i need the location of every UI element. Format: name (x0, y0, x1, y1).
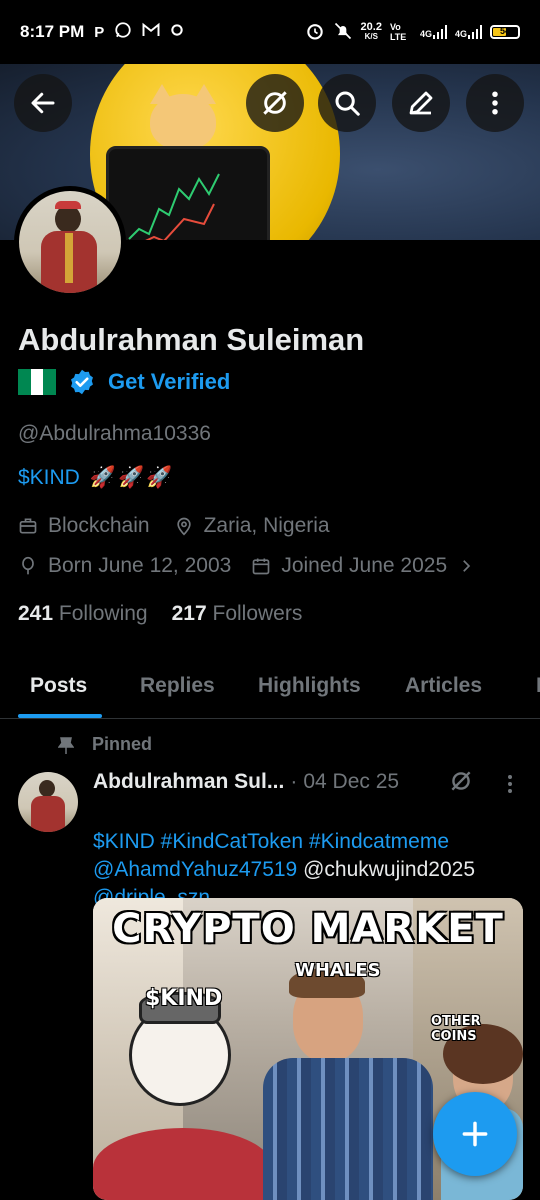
post-author-name[interactable]: Abdulrahman Sul... (93, 770, 284, 794)
status-bar: 8:17 PM P 20.2 K/S Vo LTE 4G 4G 54 (0, 0, 540, 64)
banner-phone-art (106, 146, 270, 240)
whatsapp-icon (114, 21, 132, 43)
follow-stats: 241 Following 217 Followers (18, 602, 302, 626)
grok-icon (451, 771, 471, 791)
post-header: Abdulrahman Sul... · 04 Dec 25 (93, 770, 400, 794)
active-tab-indicator (18, 714, 102, 718)
mute-icon (333, 21, 353, 44)
signal-icon-2: 4G (455, 25, 482, 39)
profile-meta-row-2: Born June 12, 2003 Joined June 2025 (18, 554, 475, 578)
battery-icon: 54 (490, 25, 520, 39)
profile-meta-row-1: Blockchain Zaria, Nigeria (18, 514, 330, 538)
bio-ticker-link[interactable]: $KIND (18, 466, 80, 489)
location-pin-icon (176, 517, 191, 536)
net-speed-value: 20.2 (360, 21, 382, 33)
bio-rockets: 🚀🚀🚀 (89, 466, 175, 489)
tab-posts[interactable]: Posts (30, 674, 87, 698)
profile-handle: @Abdulrahma10336 (18, 422, 211, 445)
meme-title: CRYPTO MARKET (112, 906, 504, 952)
grok-button[interactable] (246, 74, 304, 132)
battery-level: 54 (499, 26, 510, 36)
meme-red-dress (93, 1128, 273, 1200)
profile-tabs: Posts Replies Highlights Articles M (0, 656, 540, 719)
meme-man-shirt (263, 1058, 433, 1200)
more-vertical-icon (508, 775, 512, 793)
status-time: 8:17 PM (20, 22, 85, 41)
post-author-avatar[interactable] (18, 772, 78, 832)
post-date[interactable]: 04 Dec 25 (303, 770, 399, 794)
more-vertical-icon (492, 91, 498, 115)
signal-icon-1: 4G (420, 25, 447, 39)
pencil-icon (409, 91, 433, 115)
balloon-icon (22, 556, 34, 575)
mention-chukwujind: @chukwujind2025 (297, 858, 476, 881)
verified-badge-icon (71, 369, 93, 395)
profile-bio: $KIND 🚀🚀🚀 (18, 466, 174, 490)
followers-count: 217 (171, 602, 207, 625)
search-button[interactable] (318, 74, 376, 132)
compose-post-button[interactable] (433, 1092, 517, 1176)
grok-icon (263, 91, 287, 115)
net-speed-unit: K/S (364, 32, 378, 41)
arrow-left-icon (31, 92, 55, 114)
following-count: 241 (18, 602, 54, 625)
post-hashtags[interactable]: $KIND #KindCatToken #Kindcatmeme (93, 828, 523, 856)
banner-cat-art (150, 94, 216, 150)
post-grok-button[interactable] (448, 768, 474, 799)
meme-label-kind: $KIND (145, 986, 223, 1011)
pinned-label: Pinned (92, 734, 153, 754)
followers-link[interactable]: 217 Followers (172, 602, 303, 626)
tab-highlights[interactable]: Highlights (258, 674, 361, 698)
volte-indicator: Vo LTE (389, 22, 407, 42)
get-verified-link[interactable]: Get Verified (108, 369, 230, 395)
profile-category: Blockchain (48, 514, 150, 537)
briefcase-icon (19, 518, 37, 534)
following-link[interactable]: 241 Following (18, 602, 148, 626)
pinned-label-row: Pinned (58, 734, 152, 755)
alarm-icon (305, 21, 325, 44)
verification-row: Get Verified (18, 368, 230, 396)
mention-ahamdyahuz[interactable]: @AhamdYahuz47519 (93, 858, 297, 881)
profile-birthdate: Born June 12, 2003 (48, 554, 232, 577)
gmail-icon (142, 22, 160, 42)
sync-icon (170, 23, 184, 41)
avatar-photo (19, 191, 121, 293)
profile-avatar[interactable] (14, 186, 126, 298)
meme-label-whales: WHALES (295, 960, 381, 981)
p-app-icon: P (94, 23, 105, 41)
nigeria-flag-icon (18, 369, 57, 395)
profile-joined: Joined June 2025 (281, 554, 448, 577)
plus-icon (462, 1121, 488, 1147)
meme-label-other-coins: OTHER COINS (431, 1014, 481, 1044)
more-options-button[interactable] (466, 74, 524, 132)
calendar-icon (252, 558, 270, 575)
profile-location: Zaria, Nigeria (203, 514, 330, 537)
edit-button[interactable] (392, 74, 450, 132)
tab-media-partial[interactable]: M (536, 674, 540, 698)
pin-icon (58, 736, 74, 754)
tab-articles[interactable]: Articles (405, 674, 482, 698)
search-icon (335, 91, 360, 116)
chevron-right-icon (463, 560, 471, 572)
post-more-button[interactable] (500, 772, 520, 801)
tab-replies[interactable]: Replies (140, 674, 215, 698)
profile-name: Abdulrahman Suleiman (18, 322, 365, 357)
joined-date-row[interactable]: Joined June 2025 (251, 554, 475, 578)
back-button[interactable] (14, 74, 72, 132)
